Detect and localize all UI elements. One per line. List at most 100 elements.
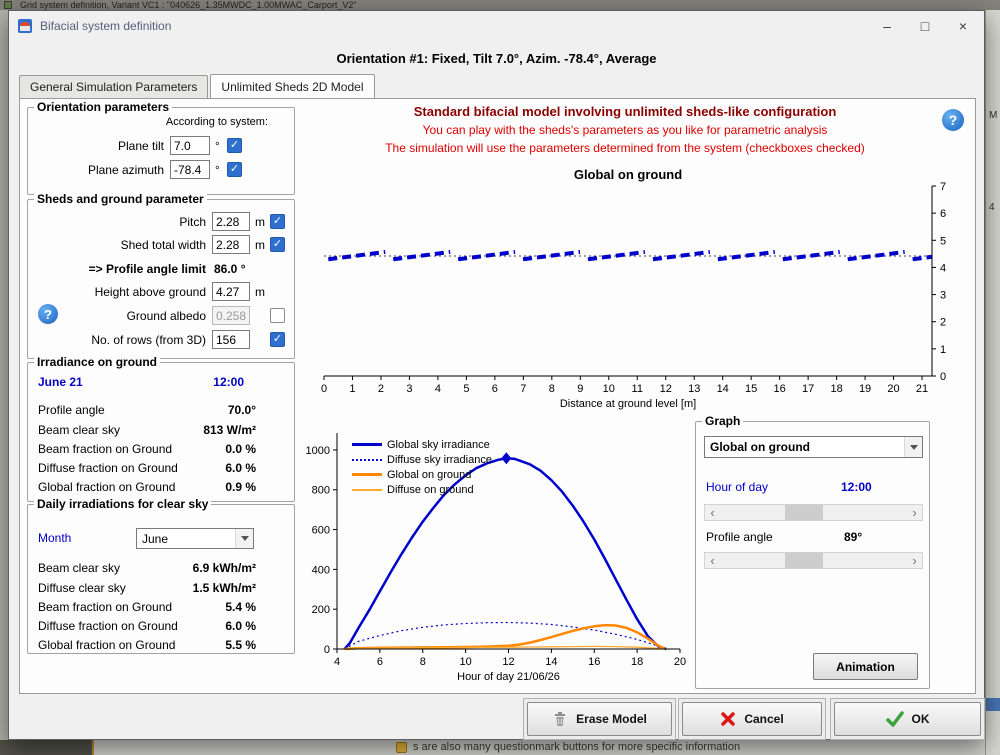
ground-albedo-row: ? Ground albedo	[34, 306, 290, 326]
cancel-button[interactable]: Cancel	[682, 702, 822, 736]
ok-button[interactable]: OK	[834, 702, 981, 736]
svg-text:17: 17	[802, 383, 814, 395]
rows-count-checkbox[interactable]: ✓	[270, 332, 285, 347]
erase-model-label: Erase Model	[576, 712, 647, 726]
stat-value: 0.9 %	[225, 480, 256, 494]
svg-text:20: 20	[674, 656, 686, 668]
trash-icon	[552, 711, 568, 727]
date-time-row: June 21 12:00	[38, 375, 284, 393]
month-label: Month	[38, 531, 71, 545]
legend-line-sample	[352, 443, 382, 446]
ground-albedo-input	[212, 306, 250, 325]
graph-type-select[interactable]: Global on ground	[704, 436, 923, 458]
background-hint-text: s are also many questionmark buttons for…	[413, 741, 740, 753]
slider-right-arrow-icon[interactable]: ›	[907, 553, 922, 568]
rows-count-input[interactable]	[212, 330, 250, 349]
maximize-button[interactable]: □	[906, 11, 944, 41]
animation-button[interactable]: Animation	[813, 653, 918, 680]
stat-label: Global fraction on Ground	[38, 638, 175, 652]
close-button[interactable]: ×	[944, 11, 982, 41]
orientation-header: Orientation #1: Fixed, Tilt 7.0°, Azim. …	[9, 51, 984, 66]
plane-tilt-checkbox[interactable]: ✓	[227, 138, 242, 153]
legend-label: Diffuse sky irradiance	[387, 454, 492, 466]
stat-value: 5.5 %	[225, 638, 256, 652]
slider-thumb[interactable]	[785, 553, 823, 568]
svg-text:8: 8	[420, 656, 426, 668]
stat-label: Diffuse fraction on Ground	[38, 461, 178, 475]
svg-text:9: 9	[577, 383, 583, 395]
red-x-icon	[720, 711, 736, 727]
daily-irradiations-group: Daily irradiations for clear sky Month J…	[27, 504, 295, 654]
tab-unlimited-sheds-2d-model[interactable]: Unlimited Sheds 2D Model	[210, 74, 374, 98]
profile-angle-limit-label: => Profile angle limit	[34, 262, 206, 276]
meter-unit-label: m	[255, 285, 265, 299]
model-notes: Standard bifacial model involving unlimi…	[305, 104, 945, 159]
svg-text:14: 14	[545, 656, 557, 668]
svg-text:0: 0	[324, 644, 330, 656]
legend-line-sample	[352, 459, 382, 461]
stat-row: Diffuse fraction on Ground 6.0 %	[38, 461, 284, 479]
dialog-icon	[17, 18, 33, 34]
hour-of-day-slider[interactable]: ‹ ›	[704, 504, 923, 521]
minimize-button[interactable]: –	[868, 11, 906, 41]
chevron-down-icon	[904, 437, 922, 457]
stat-value: 5.4 %	[225, 600, 256, 614]
legend-line-sample	[352, 473, 382, 476]
stat-value: 1.5 kWh/m²	[193, 581, 256, 595]
plane-azimuth-input[interactable]	[170, 160, 210, 179]
shed-width-input[interactable]	[212, 235, 250, 254]
plane-azimuth-checkbox[interactable]: ✓	[227, 162, 242, 177]
profile-angle-label: Profile angle	[706, 530, 773, 544]
svg-text:12: 12	[660, 383, 672, 395]
month-select[interactable]: June	[136, 528, 254, 549]
group-title: Irradiance on ground	[34, 355, 160, 369]
pitch-input[interactable]	[212, 212, 250, 231]
tab-bar: General Simulation Parameters Unlimited …	[19, 75, 377, 98]
pitch-checkbox[interactable]: ✓	[270, 214, 285, 229]
svg-text:14: 14	[717, 383, 729, 395]
svg-text:10: 10	[460, 656, 472, 668]
ok-frame: OK	[830, 698, 985, 740]
slider-left-arrow-icon[interactable]: ‹	[705, 553, 720, 568]
model-help-icon[interactable]: ?	[942, 109, 964, 131]
shed-width-checkbox[interactable]: ✓	[270, 237, 285, 252]
stat-label: Beam fraction on Ground	[38, 600, 172, 614]
background-window-title: Grid system definition, Variant VC1 : "0…	[20, 0, 357, 10]
stat-label: Global fraction on Ground	[38, 480, 175, 494]
degree-unit-label: °	[215, 163, 220, 177]
note-line-2: You can play with the sheds's parameters…	[305, 123, 945, 137]
legend-label: Global on ground	[387, 469, 471, 481]
profile-angle-slider[interactable]: ‹ ›	[704, 552, 923, 569]
pitch-row: Pitch m ✓	[34, 212, 290, 232]
meter-unit-label: m	[255, 238, 265, 252]
slider-track[interactable]	[720, 505, 907, 520]
svg-text:1000: 1000	[306, 445, 330, 457]
dialog-titlebar[interactable]: Bifacial system definition – □ ×	[9, 11, 984, 41]
slider-left-arrow-icon[interactable]: ‹	[705, 505, 720, 520]
slider-track[interactable]	[720, 553, 907, 568]
sheds-ground-group: Sheds and ground parameter Pitch m ✓ She…	[27, 199, 295, 359]
stat-row: Global fraction on Ground 5.5 %	[38, 638, 284, 656]
slider-right-arrow-icon[interactable]: ›	[907, 505, 922, 520]
svg-text:7: 7	[520, 383, 526, 395]
background-window-titlebar: Grid system definition, Variant VC1 : "0…	[0, 0, 1000, 10]
ground-albedo-checkbox[interactable]	[270, 308, 285, 323]
slider-thumb[interactable]	[785, 505, 823, 520]
stat-row: Beam clear sky 6.9 kWh/m²	[38, 561, 284, 579]
svg-text:12: 12	[502, 656, 514, 668]
rows-count-row: No. of rows (from 3D) ✓	[34, 330, 290, 350]
tab-general-simulation-parameters[interactable]: General Simulation Parameters	[19, 75, 208, 98]
sheds-profile-chart: Global on ground012345678910111213141516…	[312, 165, 957, 413]
svg-text:7: 7	[940, 181, 946, 193]
svg-text:Hour of day 21/06/26: Hour of day 21/06/26	[457, 671, 560, 683]
profile-angle-limit-row: => Profile angle limit 86.0 °	[34, 259, 290, 279]
svg-text:5: 5	[463, 383, 469, 395]
erase-model-button[interactable]: Erase Model	[527, 702, 672, 736]
plane-tilt-input[interactable]	[170, 136, 210, 155]
height-above-ground-input[interactable]	[212, 282, 250, 301]
stat-label: Profile angle	[38, 403, 105, 417]
stat-label: Diffuse fraction on Ground	[38, 619, 178, 633]
stat-row: Beam fraction on Ground 0.0 %	[38, 442, 284, 460]
profile-angle-limit-value: 86.0 °	[214, 262, 246, 276]
legend-label: Global sky irradiance	[387, 439, 490, 451]
